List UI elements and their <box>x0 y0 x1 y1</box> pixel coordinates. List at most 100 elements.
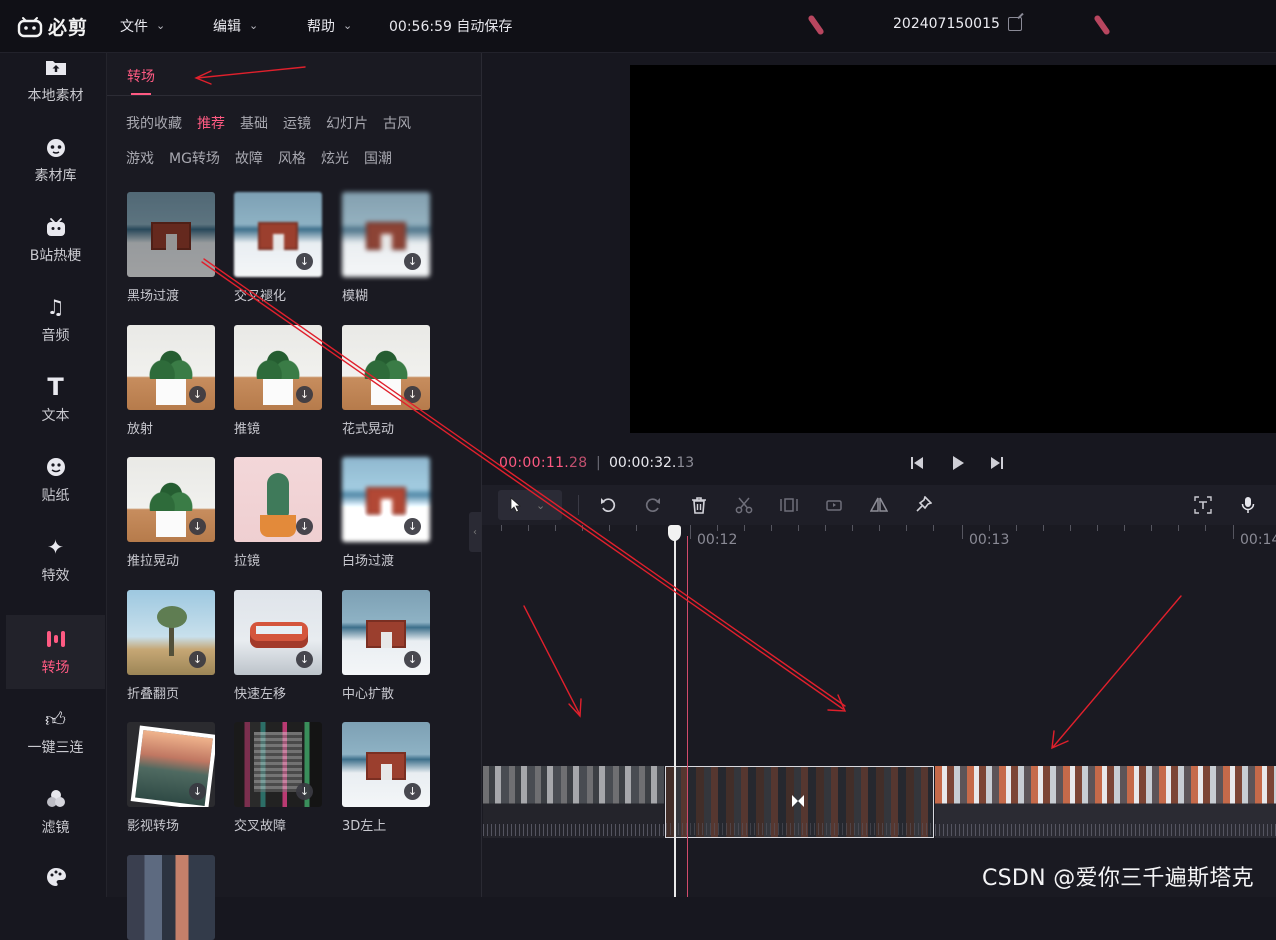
download-icon[interactable]: ↓ <box>404 783 421 800</box>
download-icon[interactable]: ↓ <box>189 386 206 403</box>
pin-button[interactable] <box>912 493 936 517</box>
rail-item-filters[interactable]: 滤镜 <box>6 775 105 849</box>
category-row-1: 我的收藏 推荐 基础 运镜 幻灯片 古风 <box>126 113 426 133</box>
category-basic[interactable]: 基础 <box>240 113 268 133</box>
rail-item-stickers[interactable]: 贴纸 <box>6 443 105 517</box>
edit-title-icon[interactable] <box>1007 17 1022 31</box>
menu-edit[interactable]: 编辑 ⌄ <box>213 16 258 36</box>
category-slideshow[interactable]: 幻灯片 <box>326 113 368 133</box>
mirror-button[interactable] <box>867 493 891 517</box>
playhead-handle[interactable] <box>668 525 681 541</box>
download-icon[interactable]: ↓ <box>189 651 206 668</box>
transition-thumbnail[interactable] <box>127 192 215 277</box>
category-guochao[interactable]: 国潮 <box>364 148 392 168</box>
download-icon[interactable]: ↓ <box>404 651 421 668</box>
download-icon[interactable]: ↓ <box>404 253 421 270</box>
category-recommended[interactable]: 推荐 <box>197 113 225 133</box>
download-icon[interactable]: ↓ <box>189 518 206 535</box>
mirror-icon <box>870 497 888 512</box>
rail-item-transitions[interactable]: 转场 <box>6 615 105 689</box>
previous-frame-button[interactable] <box>909 455 925 475</box>
rail-item-text[interactable]: T 文本 <box>6 363 105 437</box>
timeline[interactable]: 00:12 00:13 00:14 <box>482 525 1276 897</box>
tab-transitions[interactable]: 转场 <box>127 66 155 86</box>
transitions-panel: 转场 我的收藏 推荐 基础 运镜 幻灯片 古风 游戏 MG转场 故障 风格 炫光… <box>107 53 482 940</box>
transition-label: 中心扩散 <box>342 687 395 702</box>
rail-item-palette[interactable] <box>6 853 105 915</box>
transition-item[interactable]: 黑场过渡 <box>127 192 215 304</box>
total-timecode-main: 00:00:32. <box>609 455 677 471</box>
play-button[interactable] <box>951 455 965 475</box>
transition-item[interactable]: ↓ 推镜 <box>234 325 322 437</box>
redo-button[interactable] <box>641 493 665 517</box>
transition-item[interactable]: ↓ 影视转场 <box>127 722 215 834</box>
category-camera-move[interactable]: 运镜 <box>283 113 311 133</box>
category-flare[interactable]: 炫光 <box>321 148 349 168</box>
ruler-tick <box>771 525 772 531</box>
record-voice-button[interactable] <box>1236 493 1260 517</box>
download-icon[interactable]: ↓ <box>404 386 421 403</box>
top-menu-bar: 必剪 文件 ⌄ 编辑 ⌄ 帮助 ⌄ 00:56:59 自动保存 20240715… <box>0 0 1276 53</box>
ruler-tick <box>609 525 610 531</box>
reverse-button[interactable] <box>822 493 846 517</box>
transition-thumbnail[interactable] <box>127 855 215 940</box>
category-game[interactable]: 游戏 <box>126 148 154 168</box>
transition-item[interactable]: ↓ 折叠翻页 <box>127 590 215 702</box>
video-clip[interactable] <box>483 766 664 838</box>
transition-item[interactable]: ↓ 中心扩散 <box>342 590 430 702</box>
rail-item-triple-like[interactable]: 👍︎ 一键三连 <box>6 695 105 769</box>
transition-item[interactable]: ↓ 交叉褪化 <box>234 192 322 304</box>
transition-item[interactable]: ↓ 花式晃动 <box>342 325 430 437</box>
chevron-left-icon: ‹ <box>473 526 477 538</box>
category-glitch[interactable]: 故障 <box>235 148 263 168</box>
transition-item[interactable] <box>127 855 215 940</box>
download-icon[interactable]: ↓ <box>296 518 313 535</box>
delete-button[interactable] <box>687 493 711 517</box>
transition-label: 拉镜 <box>234 554 261 569</box>
auto-caption-button[interactable] <box>1191 493 1215 517</box>
transition-label: 推镜 <box>234 422 261 437</box>
menu-file[interactable]: 文件 ⌄ <box>120 16 165 36</box>
next-frame-button[interactable] <box>989 455 1005 475</box>
rail-item-bilibili-memes[interactable]: B站热梗 <box>6 203 105 277</box>
reverse-icon <box>826 500 842 511</box>
category-style[interactable]: 风格 <box>278 148 306 168</box>
skip-back-icon <box>911 457 923 469</box>
transition-item[interactable]: ↓ 模糊 <box>342 192 430 304</box>
video-preview[interactable] <box>630 65 1276 433</box>
split-button[interactable] <box>732 493 756 517</box>
playhead[interactable] <box>674 536 676 897</box>
download-icon[interactable]: ↓ <box>296 386 313 403</box>
transition-item[interactable]: ↓ 放射 <box>127 325 215 437</box>
category-favorites[interactable]: 我的收藏 <box>126 113 182 133</box>
download-icon[interactable]: ↓ <box>189 783 206 800</box>
transition-item[interactable]: ↓ 交叉故障 <box>234 722 322 834</box>
pin-icon <box>916 496 932 512</box>
video-clip[interactable] <box>935 766 1276 838</box>
transition-item[interactable]: ↓ 3D左上 <box>342 722 430 834</box>
transition-item[interactable]: ↓ 拉镜 <box>234 457 322 569</box>
freeze-frame-button[interactable] <box>777 493 801 517</box>
timeline-ruler[interactable] <box>482 525 1276 539</box>
undo-button[interactable] <box>596 493 620 517</box>
download-icon[interactable]: ↓ <box>296 253 313 270</box>
collapse-panel-button[interactable]: ‹ <box>469 512 481 552</box>
transition-item[interactable]: ↓ 推拉晃动 <box>127 457 215 569</box>
rail-item-effects[interactable]: ✦ 特效 <box>6 523 105 597</box>
transition-item[interactable]: ↓ 快速左移 <box>234 590 322 702</box>
rail-label: B站热梗 <box>29 248 82 264</box>
category-mg[interactable]: MG转场 <box>169 148 220 168</box>
download-icon[interactable]: ↓ <box>404 518 421 535</box>
transition-item[interactable]: ↓ 白场过渡 <box>342 457 430 569</box>
rail-label: 滤镜 <box>41 820 70 836</box>
category-ancient-style[interactable]: 古风 <box>383 113 411 133</box>
transition-marker-icon[interactable] <box>790 793 806 809</box>
rail-item-audio[interactable]: ♫ 音频 <box>6 283 105 357</box>
menu-help[interactable]: 帮助 ⌄ <box>307 16 352 36</box>
download-icon[interactable]: ↓ <box>296 651 313 668</box>
rail-item-local-media[interactable]: 本地素材 <box>6 43 105 117</box>
rail-item-library[interactable]: 素材库 <box>6 123 105 197</box>
select-tool-dropdown[interactable]: ⌄ <box>498 490 562 520</box>
download-icon[interactable]: ↓ <box>296 783 313 800</box>
project-title[interactable]: 202407150015 <box>893 16 1022 32</box>
